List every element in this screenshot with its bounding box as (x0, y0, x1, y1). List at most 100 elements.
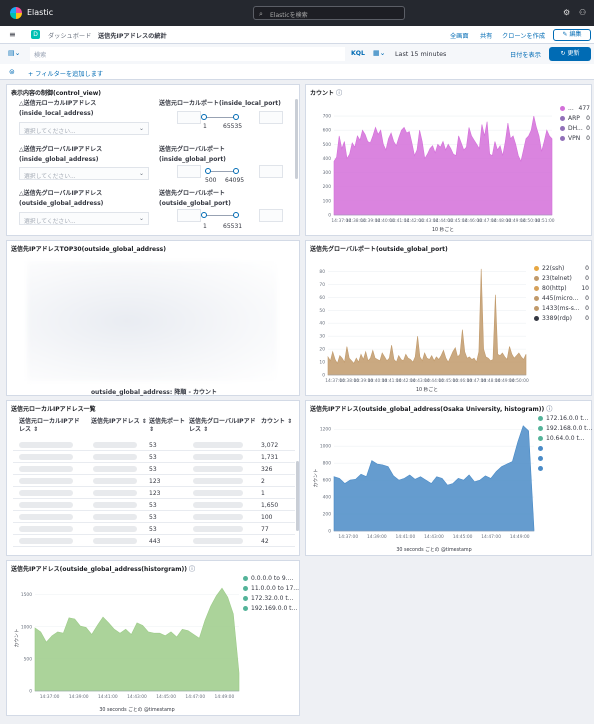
kql-toggle[interactable]: KQL (351, 50, 365, 57)
y-tick-label: 1000 (21, 624, 32, 630)
legend-item[interactable]: 445(micro... 0 (534, 295, 589, 305)
update-button[interactable]: ↻ 更新 (549, 47, 591, 61)
inside-local-port-max-input[interactable] (259, 111, 283, 124)
info-icon[interactable]: ⓘ (189, 566, 195, 573)
legend-item[interactable]: 80(http) 10 (534, 285, 589, 295)
legend-item[interactable]: 10.64.0.0 t... (538, 435, 590, 445)
hist-panel: 送信先IPアドレス(outside_global_address(historg… (6, 560, 300, 716)
control-label-inside-local-address: △送信元ローカルIPアドレス (inside_local_address) (19, 99, 96, 119)
column-header-dest-ip[interactable]: 送信先IPアドレス ⇕ (91, 418, 147, 426)
info-icon[interactable]: ⓘ (336, 90, 342, 97)
range-max-handle[interactable] (233, 212, 239, 218)
legend-item[interactable]: DH... 0 (560, 125, 590, 135)
redacted-cell (93, 514, 137, 520)
count-cell: 100 (261, 514, 273, 521)
hist-title-text: 送信先IPアドレス(outside_global_address(historg… (11, 566, 187, 573)
column-header-global-ip[interactable]: 送信先グローバルIPアドレス ⇕ (189, 418, 259, 434)
edit-button[interactable]: ✎ 編集 (553, 29, 591, 41)
legend-item[interactable]: 3389(rdp) 0 (534, 315, 589, 325)
table-row[interactable]: 53 3,072 (13, 439, 295, 451)
saved-query-icon[interactable]: ▤⌄ (8, 49, 20, 57)
y-tick-label: 400 (323, 156, 332, 162)
table-row[interactable]: 443 42 (13, 535, 295, 547)
outside-global-address-select[interactable]: 選択してください... ⌄ (19, 212, 149, 225)
table-row[interactable]: 53 1,650 (13, 499, 295, 511)
outside-global-port-min-input[interactable] (177, 209, 201, 222)
legend-item[interactable]: 23(telnet) 0 (534, 275, 589, 285)
inside-global-address-select[interactable]: 選択してください... ⌄ (19, 167, 149, 180)
legend-item[interactable] (538, 465, 590, 475)
series-area[interactable] (333, 116, 553, 216)
column-header-local-ip[interactable]: 送信元ローカルIPアドレス ⇕ (19, 418, 81, 434)
legend-item[interactable]: 11.0.0.0 to 17... (243, 585, 299, 595)
menu-icon[interactable]: ≡ (9, 30, 16, 39)
control-label-outside-global-port: 送信先グローバルポート (outside_global_port) (159, 189, 231, 209)
range-min-handle[interactable] (205, 168, 211, 174)
legend-item[interactable]: ARP 0 (560, 115, 590, 125)
table-row[interactable]: 53 77 (13, 523, 295, 535)
legend-item[interactable]: ... 477 (560, 105, 590, 115)
x-tick-label: 14:43:00 (127, 694, 147, 700)
series-area[interactable] (327, 268, 527, 376)
filter-options-icon[interactable]: ⊜ (9, 68, 15, 76)
dest-port-cell: 53 (149, 442, 157, 449)
table-row[interactable]: 53 1,731 (13, 451, 295, 463)
y-tick-label: 50 (319, 308, 325, 314)
column-header-dest-port[interactable]: 送信先ポート ⇕ (149, 418, 185, 434)
legend-item[interactable]: 192.168.0.0 t... (538, 425, 592, 435)
y-axis-title: カウント (13, 628, 20, 647)
time-range-picker[interactable]: Last 15 minutes (395, 50, 446, 58)
range-max-handle[interactable] (233, 114, 239, 120)
range-min-handle[interactable] (201, 114, 207, 120)
inside-global-port-min-input[interactable] (177, 165, 201, 178)
full-screen-link[interactable]: 全画面 (450, 31, 469, 40)
series-area[interactable] (34, 587, 240, 692)
outside-global-port-max-input[interactable] (259, 209, 283, 222)
inside-local-address-select[interactable]: 選択してください... ⌄ (19, 122, 149, 135)
legend-item[interactable]: 0.0.0.0 to 9.... (243, 575, 298, 585)
query-input[interactable]: 検索 (30, 47, 345, 61)
inside-local-port-min-input[interactable] (177, 111, 201, 124)
redacted-cell (93, 538, 137, 544)
control-label-inside-global-port: 送信元グローバルポート (inside_global_port) (159, 145, 226, 165)
share-link[interactable]: 共有 (480, 31, 492, 40)
range-min-handle[interactable] (201, 212, 207, 218)
elastic-logo-icon[interactable] (10, 7, 22, 19)
legend-item[interactable]: 22(ssh) 0 (534, 265, 589, 275)
global-search-input[interactable]: ⌕ Elasticを検索 (253, 6, 405, 20)
legend-item[interactable]: 172.16.0.0 t... (538, 415, 590, 425)
space-avatar[interactable]: D (31, 30, 40, 39)
y-tick-label: 60 (319, 295, 325, 301)
help-icon[interactable]: ⚙ (563, 8, 570, 17)
control-label-line: (inside_global_address) (19, 156, 99, 163)
table-row[interactable]: 53 326 (13, 463, 295, 475)
legend-item[interactable] (538, 445, 590, 455)
table-row[interactable]: 123 2 (13, 475, 295, 487)
range-max-handle[interactable] (233, 168, 239, 174)
redacted-cell (19, 538, 73, 544)
y-tick-label: 700 (323, 114, 332, 120)
table-row[interactable]: 123 1 (13, 487, 295, 499)
scrollbar[interactable] (296, 461, 299, 531)
inside-global-port-max-input[interactable] (259, 165, 283, 178)
calendar-icon[interactable]: ▦⌄ (373, 49, 385, 57)
redacted-cell (19, 490, 73, 496)
legend-item[interactable] (538, 455, 590, 465)
scrollbar[interactable] (295, 99, 298, 179)
legend-item[interactable]: 192.169.0.0 t... (243, 605, 298, 615)
legend-label: 192.169.0.0 t... (251, 605, 298, 612)
user-icon[interactable]: ⚇ (579, 8, 586, 17)
table-row[interactable]: 53 100 (13, 511, 295, 523)
legend-item[interactable]: VPN 0 (560, 135, 590, 145)
add-filter-link[interactable]: + フィルターを追加します (28, 69, 103, 78)
column-header-count[interactable]: カウント ⇕ (261, 418, 295, 426)
osaka-hist-title-text: 送信先IPアドレス(outside_global_address(Osaka U… (310, 406, 545, 413)
series-area[interactable] (333, 425, 535, 532)
info-icon[interactable]: ⓘ (546, 406, 552, 413)
legend-item[interactable]: 1433(ms-s... 0 (534, 305, 589, 315)
show-dates-link[interactable]: 日付を表示 (510, 50, 541, 59)
clone-link[interactable]: クローンを作成 (502, 31, 545, 40)
count-cell: 2 (261, 478, 265, 485)
breadcrumb-dashboards[interactable]: ダッシュボード (48, 31, 91, 40)
legend-item[interactable]: 172.32.0.0 t... (243, 595, 298, 605)
